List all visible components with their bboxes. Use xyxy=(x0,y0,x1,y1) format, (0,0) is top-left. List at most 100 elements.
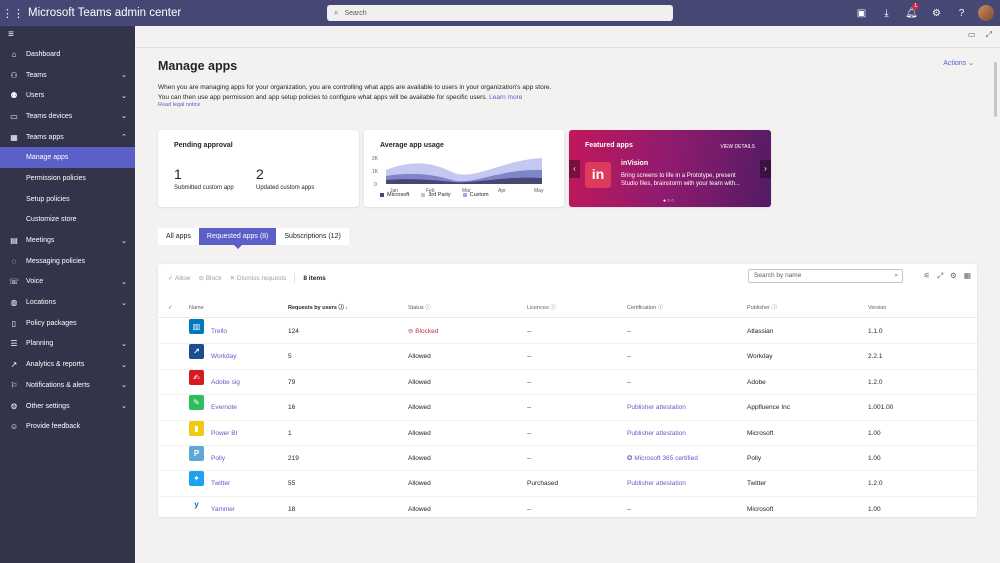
app-name-link[interactable]: Adobe sig xyxy=(211,370,240,395)
settings-gear-icon[interactable]: ⚙ xyxy=(924,8,949,19)
header-certification[interactable]: Certification ⓘ xyxy=(627,298,663,318)
download-icon[interactable]: ⤓ xyxy=(874,8,899,19)
table-tools: ⚟ ⤢ ⚙ ▦ xyxy=(923,271,971,281)
status-cell: Allowed xyxy=(408,353,431,361)
header-requests[interactable]: Requests by users ⓘ ↓ xyxy=(288,298,348,318)
sidebar-item-setup-policies[interactable]: Setup policies xyxy=(0,189,135,210)
sidebar-item-permission-policies[interactable]: Permission policies xyxy=(0,168,135,189)
learn-more-link[interactable]: Learn more xyxy=(489,94,522,101)
app-launcher-icon[interactable]: ⋮⋮ xyxy=(0,0,26,26)
pane-icon[interactable]: ▭ xyxy=(968,30,976,40)
app-logo-icon: ✎ xyxy=(189,395,204,411)
info-icon: ⓘ xyxy=(657,305,664,311)
export-excel-icon[interactable]: ▦ xyxy=(964,271,971,281)
x-tick: Apr xyxy=(498,188,506,194)
select-all-checkbox[interactable]: ✓ xyxy=(168,298,173,318)
table-row[interactable]: ▥ Trello 124 ⊖ Blocked -- -- Atlassian 1.1.0 xyxy=(158,319,977,345)
sidebar-item-teams-apps[interactable]: ▦ Teams apps ⌃ xyxy=(0,127,135,148)
app-name-link[interactable]: Evernote xyxy=(211,395,237,420)
sidebar-item-messaging-policies[interactable]: ◌ Messaging policies xyxy=(0,251,135,272)
header-name[interactable]: Name xyxy=(189,298,204,318)
table-row[interactable]: ✦ Twitter 55 Allowed Purchased Publisher atte… xyxy=(158,471,977,497)
tab-subscriptions[interactable]: Subscriptions (12) xyxy=(276,228,349,245)
app-name-link[interactable]: Trello xyxy=(211,319,227,344)
tab-requested-apps[interactable]: Requested apps (8) xyxy=(198,228,277,249)
app-logo-icon: ✍ xyxy=(189,369,204,385)
expand-icon[interactable]: ⤢ xyxy=(986,30,992,40)
notifications-bell-icon[interactable]: 🔔︎ 1 xyxy=(899,2,924,19)
certification-cell: -- xyxy=(627,505,632,513)
version-cell: 1.1.0 xyxy=(868,328,883,335)
app-name-link[interactable]: Power BI xyxy=(211,421,237,446)
notification-badge: 1 xyxy=(912,2,919,10)
licences-cell: -- xyxy=(527,505,532,513)
user-avatar[interactable] xyxy=(978,5,994,21)
certification-cell[interactable]: Publisher attestation xyxy=(627,421,686,446)
sidebar-item-notifications[interactable]: ⚐ Notifications & alerts ⌄ xyxy=(0,375,135,396)
chevron-down-icon: ⌄ xyxy=(121,340,127,348)
chevron-down-icon: ⌄ xyxy=(121,72,127,80)
header-publisher[interactable]: Publisher ⓘ xyxy=(747,298,777,318)
view-details-link[interactable]: VIEW DETAILS xyxy=(720,144,755,150)
table-search-input[interactable]: Search by name ⌕ xyxy=(748,269,903,283)
filter-icon[interactable]: ⚟ xyxy=(923,271,930,281)
legal-notice-link[interactable]: Read legal notice xyxy=(158,102,201,108)
notifications-icon: ⚐ xyxy=(10,380,18,390)
table-row[interactable]: ✎ Evernote 16 Allowed -- Publisher attestatio… xyxy=(158,395,977,421)
table-row[interactable]: ✍ Adobe sig 79 Allowed -- -- Adobe 1.2.0 xyxy=(158,369,977,396)
scrollbar[interactable] xyxy=(994,62,997,117)
header-status[interactable]: Status ⓘ xyxy=(408,298,431,318)
sidebar-item-other-settings[interactable]: ⚙ Other settings ⌄ xyxy=(0,396,135,417)
search-icon: ⌕ xyxy=(894,272,898,279)
status-cell: Allowed xyxy=(408,455,431,462)
carousel-prev-icon[interactable]: ‹ xyxy=(569,160,580,178)
certification-cell[interactable]: Publisher attestation xyxy=(627,471,686,496)
sidebar-item-analytics[interactable]: ↗ Analytics & reports ⌄ xyxy=(0,354,135,375)
settings-icon: ⚙ xyxy=(10,401,18,411)
allow-button[interactable]: ✓ Allow xyxy=(168,274,190,282)
sidebar-item-locations[interactable]: ◍ Locations ⌄ xyxy=(0,292,135,313)
sidebar-item-policy-packages[interactable]: ▯ Policy packages xyxy=(0,313,135,334)
sidebar-item-planning[interactable]: ☰ Planning ⌄ xyxy=(0,334,135,355)
licences-cell: -- xyxy=(527,328,532,335)
sidebar-item-teams[interactable]: ⚇ Teams ⌄ xyxy=(0,65,135,86)
expand-icon[interactable]: ⤢ xyxy=(937,271,943,281)
app-name-link[interactable]: Workday xyxy=(211,344,237,369)
certification-cell[interactable]: ✪ Microsoft 365 certified xyxy=(627,446,698,471)
column-settings-gear-icon[interactable]: ⚙ xyxy=(950,271,957,281)
app-tabs: All apps Requested apps (8) Subscription… xyxy=(158,228,349,249)
app-name-link[interactable]: Yammer xyxy=(211,497,235,522)
sidebar-item-voice[interactable]: ☏ Voice ⌄ xyxy=(0,272,135,293)
sidebar-item-meetings[interactable]: ▤ Meetings ⌄ xyxy=(0,230,135,251)
version-cell: 1.2.0 xyxy=(868,480,883,488)
table-row[interactable]: y Yammer 18 Allowed -- -- Microsoft 1.00 xyxy=(158,496,977,523)
table-row[interactable]: P Polly 219 Allowed -- ✪ Microsoft 365 certif… xyxy=(158,446,977,472)
help-icon[interactable]: ? xyxy=(949,8,974,19)
block-button[interactable]: ⊘ Block xyxy=(198,274,221,282)
tab-all-apps[interactable]: All apps xyxy=(158,228,199,245)
sidebar-item-manage-apps[interactable]: Manage apps xyxy=(0,147,135,169)
sidebar-item-users[interactable]: ⚉ Users ⌄ xyxy=(0,85,135,106)
carousel-dots[interactable]: ●○○ xyxy=(663,198,675,204)
legend-item: 3rd Party xyxy=(421,192,451,198)
hamburger-menu-icon[interactable]: ≡ xyxy=(0,26,135,44)
certification-cell[interactable]: Publisher attestation xyxy=(627,395,686,420)
sidebar-item-teams-devices[interactable]: ▭ Teams devices ⌄ xyxy=(0,106,135,127)
table-row[interactable]: ↗ Workday 5 Allowed -- -- Workday 2.2.1 xyxy=(158,344,977,370)
teams-app-icon[interactable]: ▣ xyxy=(849,8,874,19)
sidebar-item-dashboard[interactable]: ⌂ Dashboard xyxy=(0,44,135,65)
app-name-link[interactable]: Twitter xyxy=(211,471,230,496)
app-name-link[interactable]: Polly xyxy=(211,446,225,471)
actions-menu-button[interactable]: Actions ⌄ xyxy=(943,59,974,67)
dismiss-requests-button[interactable]: ✕ Dismiss requests xyxy=(230,274,287,282)
sidebar-item-provide-feedback[interactable]: ☺ Provide feedback xyxy=(0,416,135,437)
sidebar-item-customize-store[interactable]: Customize store xyxy=(0,210,135,231)
app-logo-icon: y xyxy=(189,496,204,512)
header-version[interactable]: Version xyxy=(868,298,886,318)
carousel-next-icon[interactable]: › xyxy=(760,160,771,178)
global-search-input[interactable]: ⌕ Search xyxy=(327,5,673,21)
analytics-icon: ↗ xyxy=(10,360,18,370)
table-row[interactable]: ▮ Power BI 1 Allowed -- Publisher attestation… xyxy=(158,420,977,446)
header-licences[interactable]: Licences ⓘ xyxy=(527,298,556,318)
featured-app-name[interactable]: inVision xyxy=(621,160,648,167)
